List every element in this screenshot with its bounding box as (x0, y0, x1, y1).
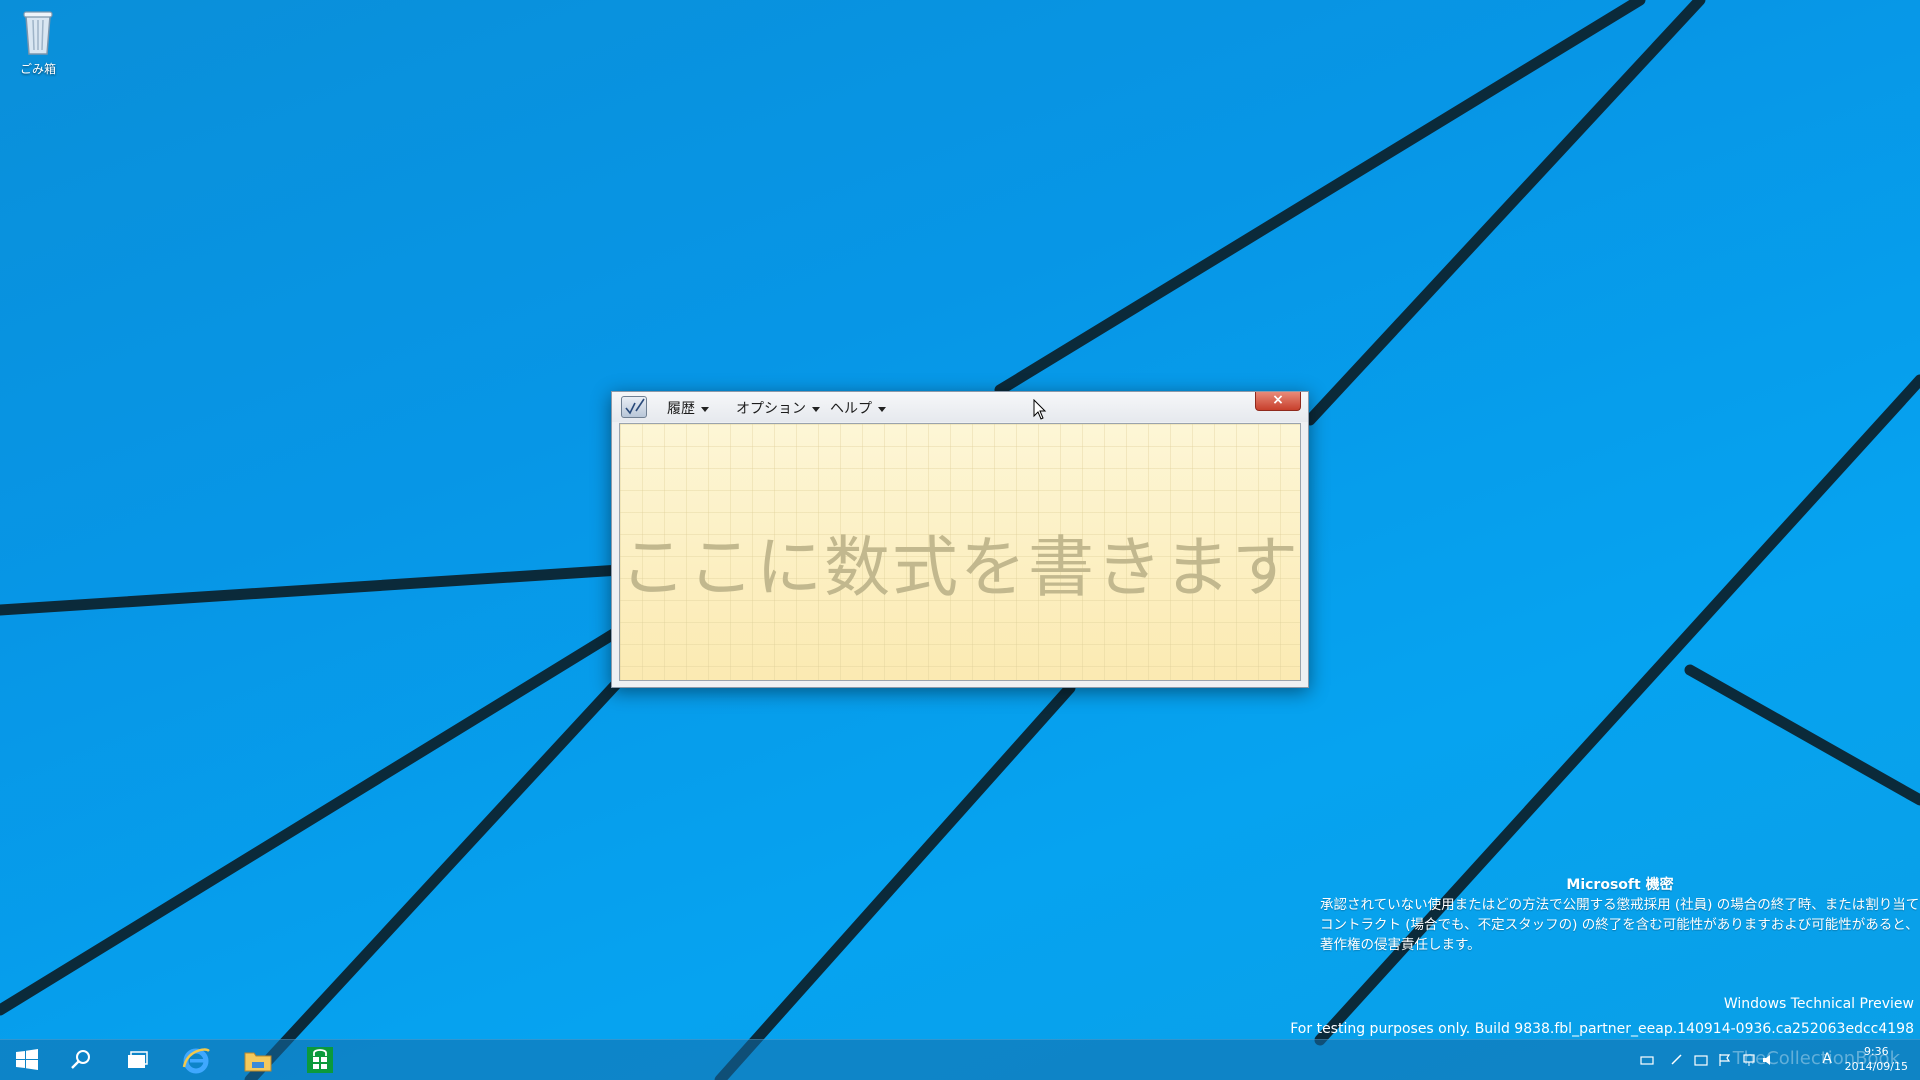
chevron-down-icon (701, 406, 709, 412)
close-button[interactable]: × (1255, 392, 1301, 411)
file-explorer-button[interactable] (231, 1040, 285, 1080)
clock-date: 2014/09/15 (1844, 1060, 1908, 1073)
edition-label: Windows Technical Preview (1723, 996, 1914, 1012)
clock[interactable]: 9:36 2014/09/15 (1845, 1044, 1908, 1074)
internet-explorer-icon (182, 1048, 210, 1074)
desktop: ごみ箱 履歴 オプション ヘルプ × ここに数式を書きます Microsoft … (0, 0, 1920, 1080)
writing-prompt: ここに数式を書きます (620, 529, 1300, 606)
watermark-body: 承認されていない使用またはどの方法で公開する懲戒採用 (社員) の場合の終了時、… (1320, 897, 1920, 953)
system-tray: A TheCollectionBook 9:36 2014/09/15 (1630, 1040, 1920, 1080)
menu-options[interactable]: オプション (736, 398, 820, 418)
pen-icon[interactable] (1670, 1054, 1684, 1066)
recycle-bin[interactable]: ごみ箱 (12, 6, 64, 77)
store-button[interactable] (293, 1040, 347, 1080)
start-button[interactable] (0, 1040, 54, 1080)
menu-options-label: オプション (736, 401, 806, 417)
chevron-down-icon (878, 406, 886, 412)
taskbar: A TheCollectionBook 9:36 2014/09/15 (0, 1039, 1920, 1080)
menu-history[interactable]: 履歴 (667, 398, 709, 418)
keyboard-icon[interactable] (1640, 1054, 1654, 1066)
math-input-panel-window: 履歴 オプション ヘルプ × ここに数式を書きます (611, 391, 1309, 688)
start-icon (16, 1049, 38, 1070)
file-explorer-icon (244, 1052, 272, 1072)
watermark-title: Microsoft 機密 (1566, 877, 1674, 893)
clock-time: 9:36 (1863, 1045, 1889, 1058)
notification-icon[interactable] (1694, 1054, 1708, 1066)
task-view-button[interactable] (110, 1040, 164, 1080)
title-bar[interactable]: 履歴 オプション ヘルプ × (612, 392, 1308, 422)
close-icon: × (1272, 392, 1284, 408)
confidential-watermark: Microsoft 機密 承認されていない使用またはどの方法で公開する懲戒採用 … (1320, 875, 1920, 955)
build-info: For testing purposes only. Build 9838.fb… (1290, 1021, 1914, 1037)
chevron-down-icon (812, 406, 820, 412)
store-icon (307, 1047, 333, 1073)
recycle-bin-icon (23, 11, 53, 55)
search-button[interactable] (54, 1040, 108, 1080)
math-input-panel-icon[interactable] (621, 396, 647, 418)
recycle-bin-label: ごみ箱 (19, 62, 56, 76)
writing-area[interactable]: ここに数式を書きます (619, 423, 1301, 681)
flag-icon[interactable] (1718, 1054, 1732, 1066)
menu-history-label: 履歴 (667, 401, 695, 417)
menu-help-label: ヘルプ (830, 401, 872, 417)
menu-help[interactable]: ヘルプ (830, 398, 886, 418)
task-view-icon (128, 1051, 148, 1068)
search-icon (71, 1050, 90, 1069)
mouse-cursor-icon (1033, 399, 1047, 420)
internet-explorer-button[interactable] (169, 1040, 223, 1080)
